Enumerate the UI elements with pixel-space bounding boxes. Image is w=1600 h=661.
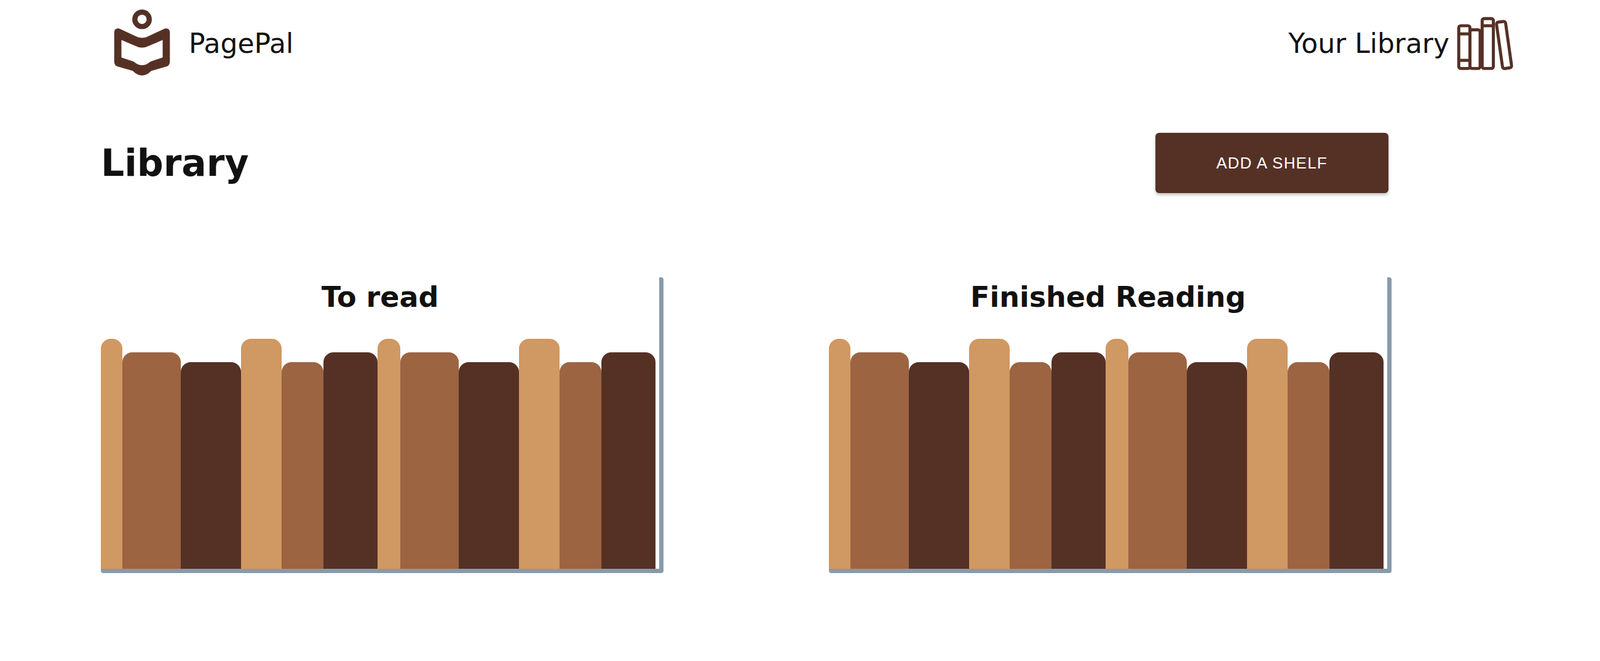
book bbox=[1128, 352, 1187, 569]
bookshelf-icon bbox=[1456, 15, 1516, 71]
book bbox=[850, 352, 909, 569]
book bbox=[323, 352, 378, 569]
shelf[interactable]: To read bbox=[100, 277, 664, 574]
book bbox=[969, 338, 1010, 569]
book bbox=[122, 352, 181, 569]
shelf-title[interactable]: To read bbox=[100, 278, 660, 316]
book bbox=[100, 338, 123, 569]
shelf[interactable]: Finished Reading bbox=[828, 277, 1392, 574]
book bbox=[1329, 352, 1384, 569]
book bbox=[1186, 362, 1248, 569]
header: PagePal Your Library bbox=[0, 0, 1600, 87]
book bbox=[828, 338, 851, 569]
book bbox=[1287, 362, 1330, 569]
add-shelf-button[interactable]: ADD A SHELF bbox=[1155, 132, 1389, 194]
shelf-list: To read Finished Reading bbox=[100, 277, 1393, 574]
book bbox=[908, 362, 970, 569]
logo-icon bbox=[110, 7, 175, 79]
book bbox=[559, 362, 602, 569]
title-row: Library ADD A SHELF bbox=[100, 132, 1393, 194]
book-row bbox=[828, 338, 1388, 569]
book bbox=[1009, 362, 1052, 569]
book bbox=[377, 338, 401, 569]
book bbox=[1051, 352, 1106, 569]
page: PagePal Your Library Library ADD A SHELF To … bbox=[0, 0, 1600, 661]
brand-name[interactable]: PagePal bbox=[188, 27, 294, 60]
book bbox=[1105, 338, 1129, 569]
main: Library ADD A SHELF To read Finished Readin… bbox=[0, 86, 1393, 574]
book bbox=[281, 362, 324, 569]
book bbox=[400, 352, 459, 569]
page-title: Library bbox=[100, 141, 250, 185]
book bbox=[180, 362, 242, 569]
library-link-label[interactable]: Your Library bbox=[1288, 27, 1450, 60]
book-row bbox=[100, 338, 660, 569]
shelf-title[interactable]: Finished Reading bbox=[828, 278, 1388, 316]
library-link[interactable]: Your Library bbox=[1288, 15, 1516, 71]
book bbox=[241, 338, 282, 569]
book bbox=[518, 338, 560, 569]
book bbox=[458, 362, 519, 569]
book bbox=[1247, 338, 1288, 569]
brand[interactable]: PagePal bbox=[110, 7, 294, 79]
book bbox=[601, 352, 656, 569]
